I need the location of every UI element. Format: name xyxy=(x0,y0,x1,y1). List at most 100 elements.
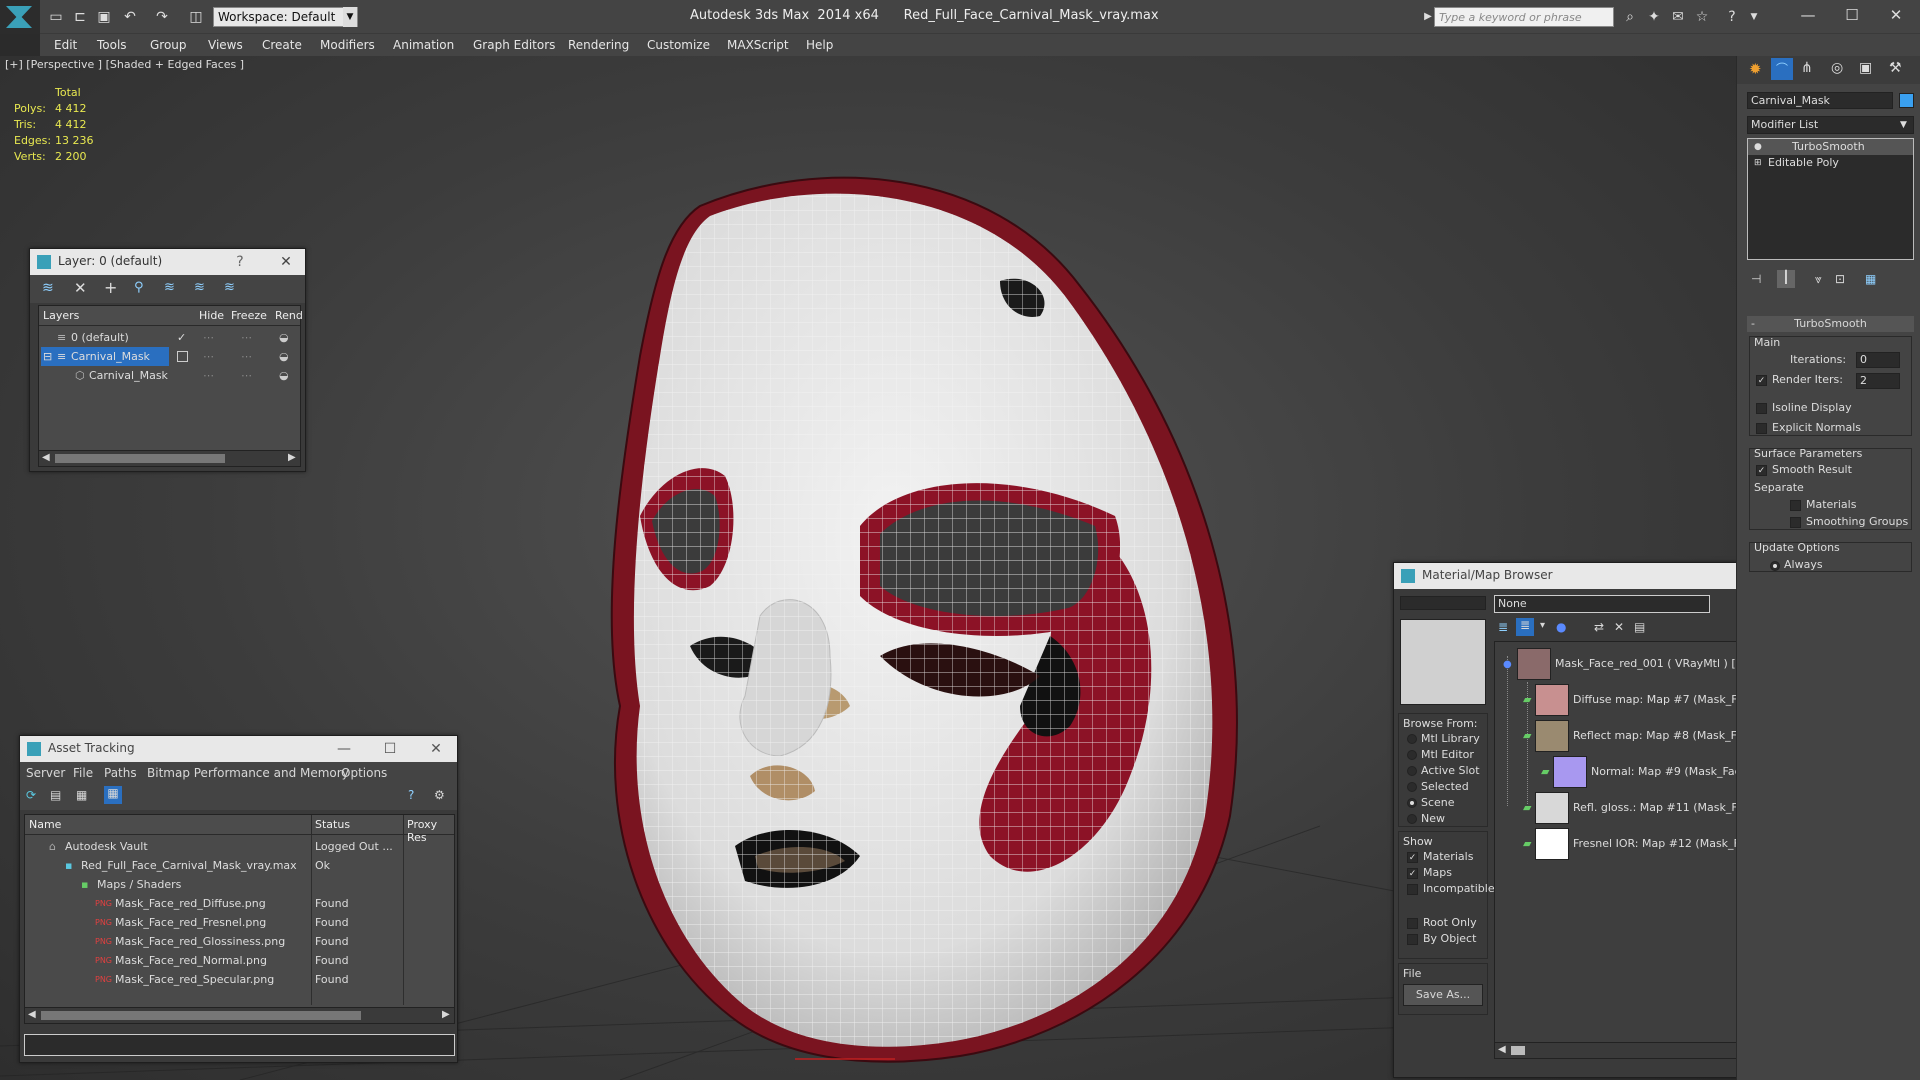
make-unique-icon[interactable]: ⩔ xyxy=(1815,272,1822,287)
active-layer-check-icon[interactable]: ✓ xyxy=(177,328,186,347)
col-render[interactable]: Rend xyxy=(275,309,303,322)
asset-window-titlebar[interactable]: Asset Tracking — ☐ ✕ xyxy=(20,736,457,762)
col-layers[interactable]: Layers xyxy=(43,309,79,322)
help-icon[interactable]: ? xyxy=(408,788,414,802)
asset-row[interactable]: PNG Mask_Face_red_Diffuse.png Found xyxy=(25,894,454,913)
expand-plus-icon[interactable]: ⊞ xyxy=(1754,155,1762,171)
freeze-toggle[interactable]: ⋯ xyxy=(241,366,252,385)
radio-mtl-editor[interactable] xyxy=(1407,750,1417,760)
radio-always[interactable] xyxy=(1770,561,1780,571)
radio-active-slot[interactable] xyxy=(1407,766,1417,776)
sphere-icon[interactable]: ● xyxy=(1556,620,1566,634)
stack-item-turbosmooth[interactable]: ● TurboSmooth xyxy=(1748,139,1913,155)
show-end-result-icon[interactable]: ┃ xyxy=(1777,270,1795,288)
close-icon[interactable]: ✕ xyxy=(276,252,296,272)
hide-toggle[interactable]: ⋯ xyxy=(203,347,214,366)
tree-view-icon[interactable]: ≣ xyxy=(1516,618,1534,636)
asset-row[interactable]: PNG Mask_Face_red_Normal.png Found xyxy=(25,951,454,970)
smoothing-groups-checkbox[interactable] xyxy=(1790,517,1801,528)
subscription-icon[interactable]: ✦ xyxy=(1644,7,1664,27)
menu-views[interactable]: Views xyxy=(208,34,243,56)
menu-maxscript[interactable]: MAXScript xyxy=(727,34,789,56)
freeze-all-icon[interactable]: ≋ xyxy=(224,280,235,295)
menu-bitmap-performance[interactable]: Bitmap Performance and Memory xyxy=(147,766,349,780)
asset-row[interactable]: ⌂ Autodesk Vault Logged Out ... xyxy=(25,837,454,856)
menu-file[interactable]: File xyxy=(73,766,93,780)
list-view-icon[interactable]: ▤ xyxy=(50,788,61,802)
material-search-input[interactable]: None xyxy=(1494,595,1710,613)
layer-hscrollbar[interactable]: ◀ ▶ xyxy=(39,450,300,466)
highlight-layer-icon[interactable]: ≋ xyxy=(164,280,175,295)
close-icon[interactable]: ✕ xyxy=(1876,4,1916,26)
options-chevron-icon[interactable]: ▾ xyxy=(1540,620,1545,631)
list-view-icon[interactable]: ≣ xyxy=(1498,620,1508,634)
workspace-dropdown[interactable]: Workspace: Default ▼ xyxy=(213,7,358,27)
col-hide[interactable]: Hide xyxy=(199,309,224,322)
bulb-icon[interactable]: ● xyxy=(1754,139,1762,155)
radio-new[interactable] xyxy=(1407,814,1417,824)
motion-tab-icon[interactable]: ◎ xyxy=(1831,60,1843,76)
freeze-toggle[interactable]: ⋯ xyxy=(241,328,252,347)
separate-materials-checkbox[interactable] xyxy=(1790,500,1801,511)
stack-item-editable-poly[interactable]: ⊞ Editable Poly xyxy=(1748,155,1913,171)
settings-icon[interactable]: ⚙ xyxy=(434,788,445,802)
communication-icon[interactable]: ✉ xyxy=(1668,7,1688,27)
object-color-swatch[interactable] xyxy=(1899,93,1914,108)
iterations-spinner[interactable]: 0 xyxy=(1856,352,1900,368)
maximize-icon[interactable]: ☐ xyxy=(380,739,400,759)
isoline-checkbox[interactable] xyxy=(1756,403,1767,414)
scroll-thumb[interactable] xyxy=(55,454,225,463)
radio-scene[interactable] xyxy=(1407,798,1417,808)
layer-row[interactable]: ≡ 0 (default) ✓ ⋯ ⋯ ◒ xyxy=(39,328,300,347)
show-materials-checkbox[interactable]: ✓ xyxy=(1407,852,1418,863)
show-maps-checkbox[interactable]: ✓ xyxy=(1407,868,1418,879)
asset-row[interactable]: ▪ Maps / Shaders xyxy=(25,875,454,894)
active-layer-box[interactable] xyxy=(177,351,188,362)
menu-paths[interactable]: Paths xyxy=(104,766,137,780)
render-iters-spinner[interactable]: 2 xyxy=(1856,373,1900,389)
document-icon[interactable]: ▤ xyxy=(1634,620,1645,634)
hide-toggle[interactable]: ⋯ xyxy=(203,328,214,347)
render-teapot-icon[interactable]: ◒ xyxy=(279,347,289,366)
add-to-layer-icon[interactable]: + xyxy=(104,278,117,297)
hide-toggle[interactable]: ⋯ xyxy=(203,366,214,385)
delete-icon[interactable]: ✕ xyxy=(1614,620,1624,634)
remove-modifier-icon[interactable]: ⊡ xyxy=(1835,272,1845,286)
render-iters-checkbox[interactable]: ✓ xyxy=(1756,375,1767,386)
scroll-left-icon[interactable]: ◀ xyxy=(28,1009,36,1020)
scroll-right-icon[interactable]: ▶ xyxy=(288,452,296,463)
radio-mtl-library[interactable] xyxy=(1407,734,1417,744)
delete-layer-icon[interactable]: ✕ xyxy=(74,279,87,297)
utilities-tab-icon[interactable]: ⚒ xyxy=(1889,60,1902,76)
object-name-field[interactable]: Carnival_Mask xyxy=(1747,92,1893,109)
search-input[interactable]: Type a keyword or phrase xyxy=(1434,7,1614,27)
favorites-star-icon[interactable]: ☆ xyxy=(1692,7,1712,27)
redo-icon[interactable]: ↷ xyxy=(152,7,172,27)
modify-tab-icon[interactable]: ⌒ xyxy=(1771,58,1793,80)
hide-all-icon[interactable]: ≋ xyxy=(194,280,205,295)
undo-icon[interactable]: ↶ xyxy=(120,7,140,27)
maximize-icon[interactable]: ☐ xyxy=(1832,4,1872,26)
menu-rendering[interactable]: Rendering xyxy=(568,34,629,56)
menu-group[interactable]: Group xyxy=(150,34,187,56)
menu-modifiers[interactable]: Modifiers xyxy=(320,34,375,56)
smooth-result-checkbox[interactable]: ✓ xyxy=(1756,465,1767,476)
asset-row[interactable]: PNG Mask_Face_red_Specular.png Found xyxy=(25,970,454,989)
expand-minus-icon[interactable]: ⊟ xyxy=(43,347,52,366)
layer-row-selected[interactable]: ⊟ ≡ Carnival_Mask ⋯ ⋯ ◒ xyxy=(39,347,300,366)
menu-tools[interactable]: Tools xyxy=(97,34,127,56)
minimize-icon[interactable]: — xyxy=(1788,4,1828,26)
turbosmooth-rollout-header[interactable]: - TurboSmooth xyxy=(1747,316,1914,332)
configure-sets-icon[interactable]: ▦ xyxy=(1865,272,1876,286)
show-incompatible-checkbox[interactable] xyxy=(1407,884,1418,895)
layer-window-titlebar[interactable]: Layer: 0 (default) ? ✕ xyxy=(30,249,305,275)
render-teapot-icon[interactable]: ◒ xyxy=(279,366,289,385)
explicit-normals-checkbox[interactable] xyxy=(1756,423,1767,434)
scroll-left-icon[interactable]: ◀ xyxy=(1498,1044,1506,1055)
asset-row[interactable]: ▪ Red_Full_Face_Carnival_Mask_vray.max O… xyxy=(25,856,454,875)
freeze-toggle[interactable]: ⋯ xyxy=(241,347,252,366)
save-file-icon[interactable]: ▣ xyxy=(94,7,114,27)
qat-chevron-down-icon[interactable]: ▼ xyxy=(343,7,357,27)
menu-graph-editors[interactable]: Graph Editors xyxy=(473,34,555,56)
select-objects-icon[interactable]: ⚲ xyxy=(134,280,144,295)
